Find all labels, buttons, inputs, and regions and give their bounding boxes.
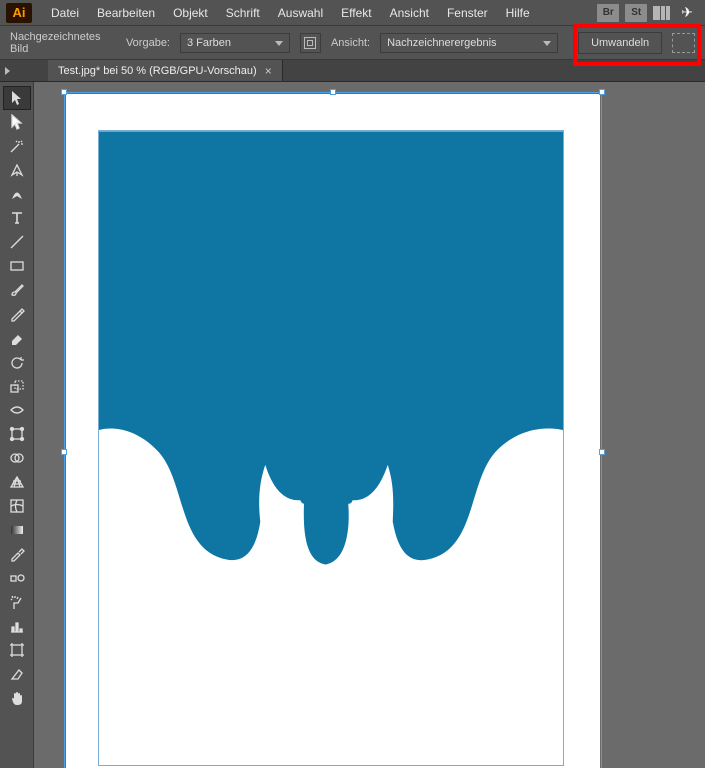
view-label: Ansicht:: [331, 37, 370, 49]
selection-handle[interactable]: [330, 89, 336, 95]
close-icon[interactable]: ×: [265, 65, 272, 77]
tracing-panel-button[interactable]: [300, 33, 321, 53]
mesh-tool[interactable]: [3, 494, 31, 518]
menu-object[interactable]: Objekt: [164, 2, 217, 24]
free-transform-tool[interactable]: [3, 422, 31, 446]
document-tab[interactable]: Test.jpg* bei 50 % (RGB/GPU-Vorschau) ×: [48, 60, 283, 81]
menu-effect[interactable]: Effekt: [332, 2, 380, 24]
column-graph-tool[interactable]: [3, 614, 31, 638]
gradient-tool[interactable]: [3, 518, 31, 542]
blend-tool[interactable]: [3, 566, 31, 590]
preset-label: Vorgabe:: [126, 37, 170, 49]
curvature-tool[interactable]: [3, 182, 31, 206]
expand-panels-button[interactable]: [0, 60, 14, 81]
document-tab-label: Test.jpg* bei 50 % (RGB/GPU-Vorschau): [58, 65, 257, 77]
selection-tool[interactable]: [3, 86, 31, 110]
menu-type[interactable]: Schrift: [217, 2, 269, 24]
line-tool[interactable]: [3, 230, 31, 254]
eyedropper-tool[interactable]: [3, 542, 31, 566]
options-bar: Nachgezeichnetes Bild Vorgabe: 3 Farben …: [0, 26, 705, 60]
rotate-tool[interactable]: [3, 350, 31, 374]
tools-panel: [0, 82, 34, 768]
hand-tool[interactable]: [3, 686, 31, 710]
menu-bar: Ai Datei Bearbeiten Objekt Schrift Auswa…: [0, 0, 705, 26]
tab-strip: Test.jpg* bei 50 % (RGB/GPU-Vorschau) ×: [0, 60, 705, 82]
menu-file[interactable]: Datei: [42, 2, 88, 24]
shape-builder-tool[interactable]: [3, 446, 31, 470]
canvas[interactable]: [34, 82, 705, 768]
direct-selection-tool[interactable]: [3, 110, 31, 134]
tracing-object-label: Nachgezeichnetes Bild: [10, 31, 116, 55]
selection-bounds: [64, 92, 602, 768]
menu-view[interactable]: Ansicht: [381, 2, 438, 24]
symbol-sprayer-tool[interactable]: [3, 590, 31, 614]
app-window: Ai Datei Bearbeiten Objekt Schrift Auswa…: [0, 0, 705, 768]
pencil-tool[interactable]: [3, 302, 31, 326]
bridge-button[interactable]: Br: [597, 4, 619, 22]
width-tool[interactable]: [3, 398, 31, 422]
crop-traced-button[interactable]: [672, 33, 695, 53]
artboard-tool[interactable]: [3, 638, 31, 662]
menu-right-group: Br St ✈: [597, 4, 705, 22]
slice-tool[interactable]: [3, 662, 31, 686]
type-tool[interactable]: [3, 206, 31, 230]
eraser-tool[interactable]: [3, 326, 31, 350]
menu-edit[interactable]: Bearbeiten: [88, 2, 164, 24]
selection-handle[interactable]: [599, 89, 605, 95]
menu-help[interactable]: Hilfe: [497, 2, 539, 24]
expand-button[interactable]: Umwandeln: [578, 32, 662, 54]
arrange-documents-button[interactable]: [653, 5, 675, 21]
perspective-grid-tool[interactable]: [3, 470, 31, 494]
rectangle-tool[interactable]: [3, 254, 31, 278]
menu-window[interactable]: Fenster: [438, 2, 497, 24]
scale-tool[interactable]: [3, 374, 31, 398]
search-icon[interactable]: ✈: [681, 4, 693, 21]
selection-handle[interactable]: [61, 449, 67, 455]
paintbrush-tool[interactable]: [3, 278, 31, 302]
view-select[interactable]: Nachzeichnerergebnis: [380, 33, 558, 53]
preset-value: 3 Farben: [187, 37, 231, 49]
app-logo: Ai: [6, 3, 32, 23]
preset-select[interactable]: 3 Farben: [180, 33, 290, 53]
main-area: [0, 82, 705, 768]
selection-handle[interactable]: [61, 89, 67, 95]
stock-button[interactable]: St: [625, 4, 647, 22]
menu-select[interactable]: Auswahl: [269, 2, 332, 24]
pen-tool[interactable]: [3, 158, 31, 182]
magic-wand-tool[interactable]: [3, 134, 31, 158]
selection-handle[interactable]: [599, 449, 605, 455]
view-value: Nachzeichnerergebnis: [387, 37, 496, 49]
